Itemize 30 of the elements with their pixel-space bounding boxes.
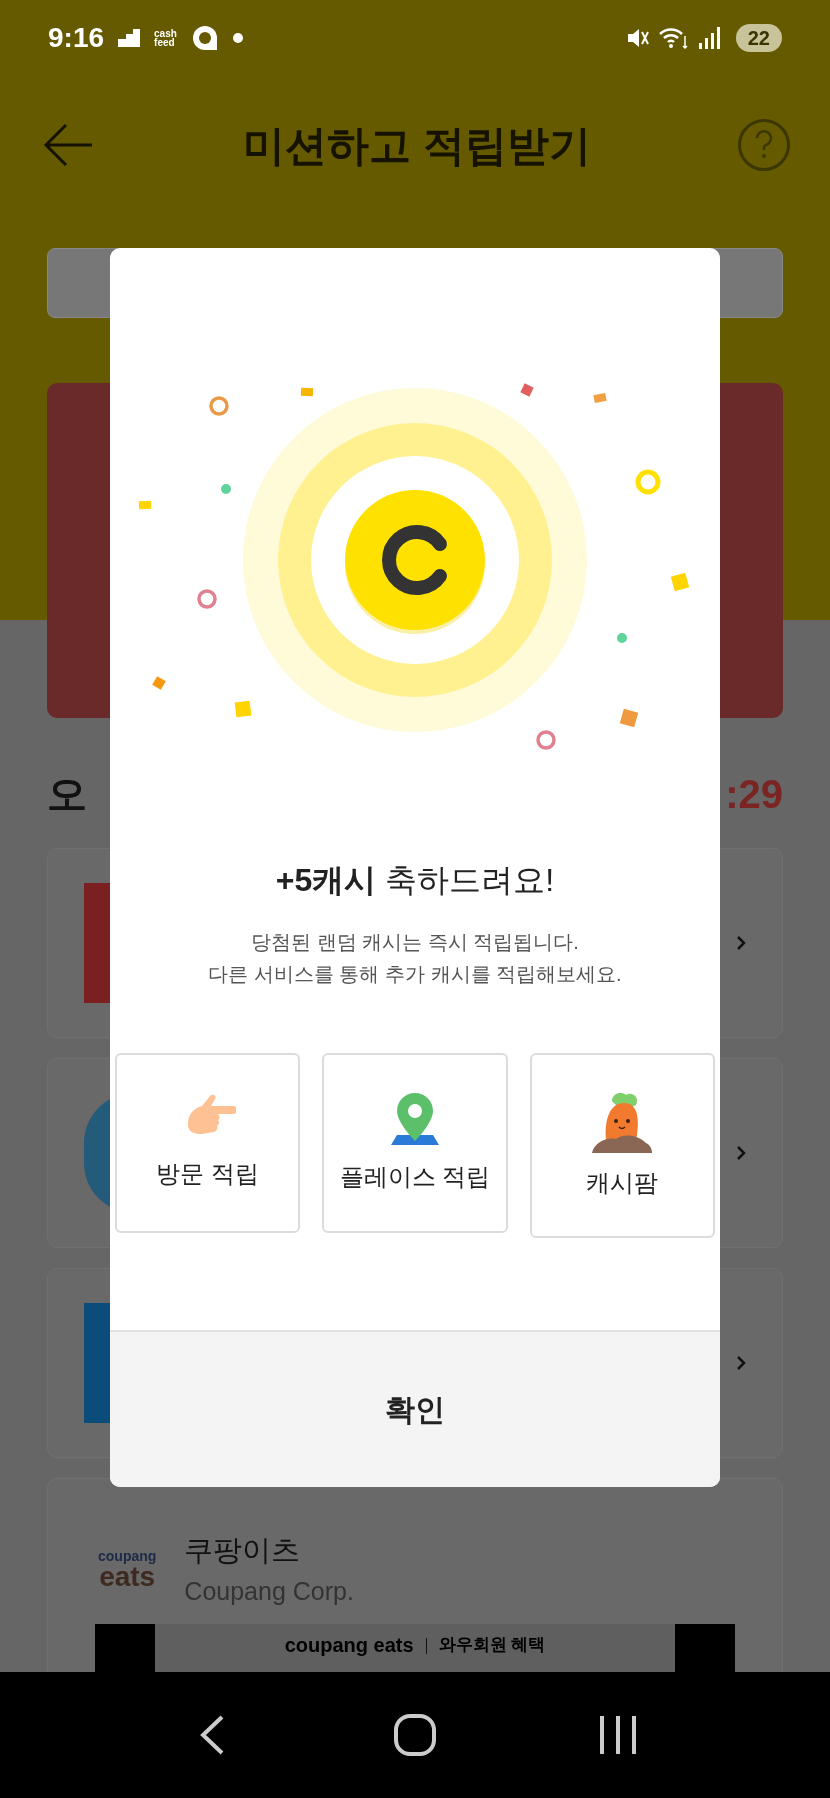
- signal-icon: [697, 26, 720, 49]
- battery-indicator: 22: [735, 23, 782, 52]
- question-mark-icon: [754, 130, 774, 160]
- status-time: 9:16: [48, 20, 105, 55]
- app-label: cash feed: [154, 28, 177, 47]
- steps-icon: [118, 28, 141, 47]
- service-button[interactable]: 캐시팜: [529, 1053, 715, 1238]
- map-pin-icon: [389, 1091, 441, 1147]
- home-icon: [393, 1713, 437, 1757]
- logo-word: coupang: [98, 1548, 157, 1563]
- dialog-message: 다른 서비스를 통해 추가 캐시를 적립해보세요.: [208, 962, 622, 987]
- confirm-button[interactable]: 확인: [110, 1330, 720, 1487]
- section-title: 오: [47, 771, 87, 818]
- service-button[interactable]: 방문 적립: [115, 1053, 301, 1233]
- app-title: 쿠팡이츠: [184, 1533, 302, 1568]
- chat-bubble-icon: [190, 23, 219, 52]
- back-arrow-icon: [42, 123, 94, 167]
- recents-icon: [598, 1714, 639, 1756]
- dialog-headline: +5캐시 축하드려요!: [274, 861, 556, 900]
- wifi-icon: [657, 25, 690, 50]
- page-title: 미션하고 적립받기: [243, 120, 591, 171]
- chevron-right-icon: [736, 935, 746, 951]
- chevron-right-icon: [736, 1355, 746, 1371]
- service-button[interactable]: 플레이스 적립: [322, 1053, 508, 1233]
- carrot-character-icon: [590, 1090, 655, 1153]
- chevron-right-icon: [736, 1145, 746, 1161]
- dialog-message: 당첨된 랜덤 캐시는 즉시 적립됩니다.: [251, 930, 579, 955]
- countdown-timer: :29: [725, 771, 783, 818]
- banner-text: 와우회원 혜택: [438, 1634, 546, 1656]
- banner-brand: coupang eats: [284, 1634, 414, 1658]
